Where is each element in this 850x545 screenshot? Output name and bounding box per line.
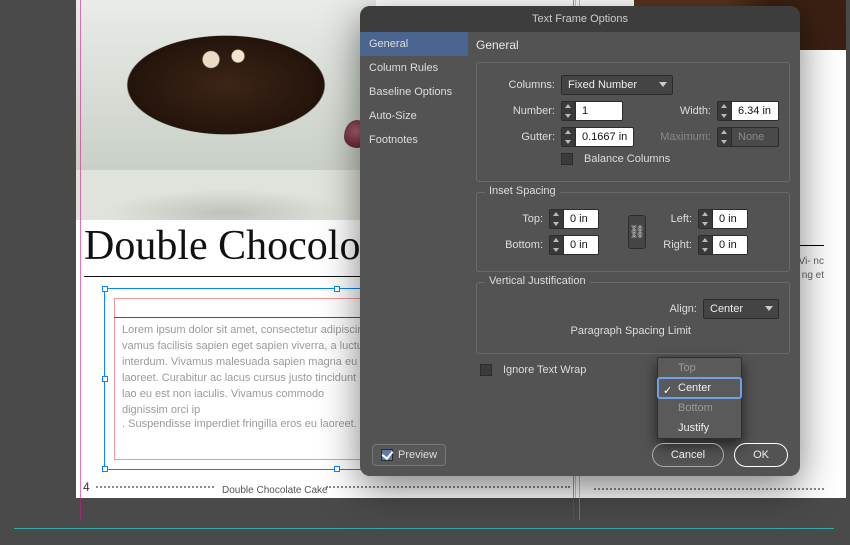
columns-mode-select[interactable]: Fixed Number (561, 75, 673, 95)
resize-handle[interactable] (102, 466, 108, 472)
page-number: 4 (83, 480, 90, 494)
sidebar-item-label: Column Rules (369, 62, 438, 74)
section-heading: General (476, 38, 790, 52)
guide-vertical[interactable] (80, 0, 81, 520)
ignore-text-wrap-label: Ignore Text Wrap (503, 364, 586, 376)
resize-handle[interactable] (102, 286, 108, 292)
align-select[interactable]: Center (703, 299, 779, 319)
chevron-down-icon (659, 82, 667, 87)
dots-left (96, 486, 214, 488)
dialog-title: Text Frame Options (360, 6, 800, 32)
dialog-content: General Columns: Fixed Number Number: 1 … (476, 38, 790, 430)
maximum-label: Maximum: (649, 131, 711, 143)
sidebar-item-baseline-options[interactable]: Baseline Options (360, 80, 468, 104)
resize-handle[interactable] (334, 286, 340, 292)
number-value[interactable]: 1 (576, 101, 622, 121)
maximum-stepper: None (717, 127, 779, 147)
maximum-value: None (732, 127, 778, 147)
button-label: OK (753, 449, 769, 461)
button-label: Cancel (671, 449, 705, 461)
option-label: Center (678, 382, 711, 394)
stepper-arrows-icon[interactable] (718, 101, 732, 121)
gutter-label: Gutter: (495, 131, 555, 143)
inset-spacing-title: Inset Spacing (485, 185, 560, 197)
inset-left-stepper[interactable]: 0 in (698, 209, 748, 229)
stepper-arrows-icon (718, 127, 732, 147)
inset-bottom-label: Bottom: (495, 239, 543, 251)
paragraph-spacing-limit-label: Paragraph Spacing Limit (571, 325, 691, 337)
sidebar-item-label: General (369, 38, 408, 50)
chevron-down-icon (765, 306, 773, 311)
guide-horizontal[interactable] (14, 528, 834, 529)
inset-left-value[interactable]: 0 in (713, 209, 747, 229)
columns-label: Columns: (495, 79, 555, 91)
sidebar-item-label: Auto-Size (369, 110, 417, 122)
stepper-arrows-icon[interactable] (562, 127, 576, 147)
number-label: Number: (495, 105, 555, 117)
align-value: Center (710, 303, 743, 315)
inset-left-label: Left: (652, 213, 692, 225)
inset-top-stepper[interactable]: 0 in (549, 209, 599, 229)
inset-bottom-stepper[interactable]: 0 in (549, 235, 599, 255)
width-stepper[interactable]: 6.34 in (717, 101, 779, 121)
inset-top-value[interactable]: 0 in (564, 209, 598, 229)
option-label: Top (678, 362, 696, 374)
stepper-arrows-icon[interactable] (699, 235, 713, 255)
gutter-value[interactable]: 0.1667 in (576, 127, 633, 147)
resize-handle[interactable] (334, 466, 340, 472)
align-label: Align: (669, 303, 697, 315)
preview-toggle[interactable]: Preview (372, 444, 446, 466)
cancel-button[interactable]: Cancel (652, 443, 724, 467)
vertical-justification-title: Vertical Justification (485, 275, 590, 287)
option-label: Bottom (678, 402, 713, 414)
inset-top-label: Top: (495, 213, 543, 225)
resize-handle[interactable] (102, 376, 108, 382)
page-caption: Double Chocolate Cake (222, 485, 328, 496)
stepper-arrows-icon[interactable] (550, 209, 564, 229)
recipe-title[interactable]: Double Chocolo (84, 222, 360, 270)
number-stepper[interactable]: 1 (561, 101, 623, 121)
dots-right (326, 486, 570, 488)
gutter-stepper[interactable]: 0.1667 in (561, 127, 634, 147)
inset-right-value[interactable]: 0 in (713, 235, 747, 255)
align-option-bottom[interactable]: Bottom (658, 398, 741, 418)
link-values-icon[interactable]: ⛓ (628, 215, 646, 249)
sidebar-item-label: Footnotes (369, 134, 418, 146)
dots-right-page (594, 488, 824, 490)
stepper-arrows-icon[interactable] (562, 101, 576, 121)
width-label: Width: (663, 105, 711, 117)
sidebar-item-column-rules[interactable]: Column Rules (360, 56, 468, 80)
ok-button[interactable]: OK (734, 443, 788, 467)
dialog-sidebar: General Column Rules Baseline Options Au… (360, 32, 468, 434)
balance-columns-checkbox[interactable] (561, 153, 573, 165)
stepper-arrows-icon[interactable] (550, 235, 564, 255)
align-option-top[interactable]: Top (658, 358, 741, 378)
sidebar-item-auto-size[interactable]: Auto-Size (360, 104, 468, 128)
inset-bottom-value[interactable]: 0 in (564, 235, 598, 255)
columns-mode-value: Fixed Number (568, 79, 637, 91)
cake-image (76, 0, 376, 170)
balance-columns-label: Balance Columns (584, 153, 670, 165)
sidebar-item-label: Baseline Options (369, 86, 452, 98)
align-option-center[interactable]: ✓Center (658, 378, 741, 398)
dialog-footer: Preview Cancel OK (360, 434, 800, 476)
inset-right-label: Right: (652, 239, 692, 251)
align-dropdown[interactable]: Top ✓Center Bottom Justify (657, 357, 742, 439)
preview-label: Preview (398, 449, 437, 461)
width-value[interactable]: 6.34 in (732, 101, 778, 121)
preview-checkbox[interactable] (381, 449, 393, 461)
ignore-text-wrap-checkbox[interactable] (480, 364, 492, 376)
sidebar-item-footnotes[interactable]: Footnotes (360, 128, 468, 152)
option-label: Justify (678, 422, 709, 434)
stepper-arrows-icon[interactable] (699, 209, 713, 229)
text-frame-options-dialog: Text Frame Options General Column Rules … (360, 6, 800, 476)
inset-right-stepper[interactable]: 0 in (698, 235, 748, 255)
sidebar-item-general[interactable]: General (360, 32, 468, 56)
